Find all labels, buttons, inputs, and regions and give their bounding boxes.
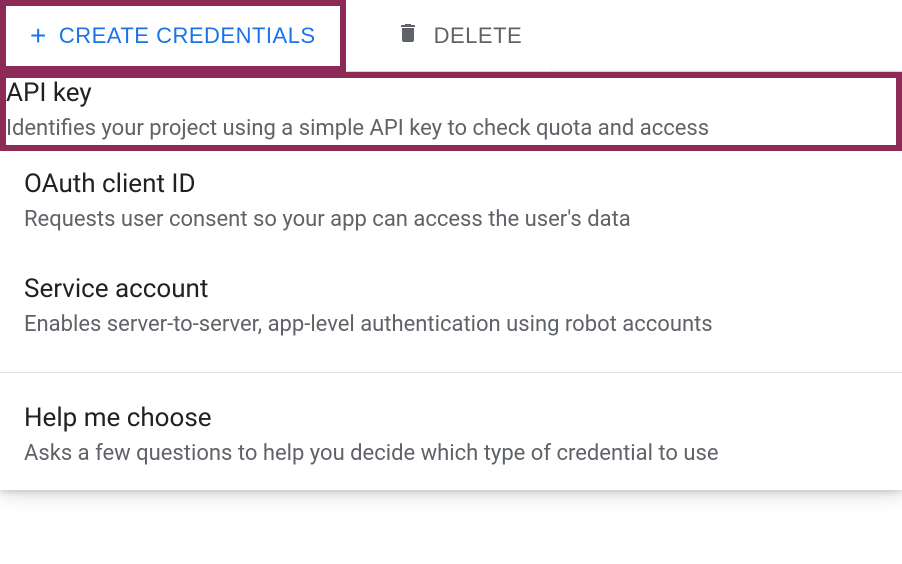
menu-item-description: Requests user consent so your app can ac… — [24, 205, 878, 236]
menu-item-description: Identifies your project using a simple A… — [6, 114, 896, 145]
menu-divider — [0, 372, 902, 373]
menu-item-service-account[interactable]: Service account Enables server-to-server… — [0, 256, 902, 361]
menu-item-title: API key — [6, 78, 896, 108]
menu-item-api-key[interactable]: API key Identifies your project using a … — [0, 72, 902, 151]
trash-icon — [396, 21, 420, 51]
menu-item-oauth-client-id[interactable]: OAuth client ID Requests user consent so… — [0, 151, 902, 256]
menu-item-description: Asks a few questions to help you decide … — [24, 439, 878, 470]
page-container: + CREATE CREDENTIALS DELETE API key Iden… — [0, 0, 902, 564]
create-credentials-button[interactable]: + CREATE CREDENTIALS — [0, 0, 346, 72]
delete-button[interactable]: DELETE — [346, 0, 551, 71]
credentials-dropdown: API key Identifies your project using a … — [0, 72, 902, 490]
menu-item-title: OAuth client ID — [24, 169, 878, 199]
delete-label: DELETE — [434, 23, 523, 49]
toolbar: + CREATE CREDENTIALS DELETE — [0, 0, 902, 72]
menu-item-title: Help me choose — [24, 403, 878, 433]
create-credentials-label: CREATE CREDENTIALS — [59, 23, 316, 49]
menu-item-help-me-choose[interactable]: Help me choose Asks a few questions to h… — [0, 385, 902, 490]
menu-item-title: Service account — [24, 274, 878, 304]
menu-item-description: Enables server-to-server, app-level auth… — [24, 310, 878, 341]
plus-icon: + — [30, 22, 47, 50]
